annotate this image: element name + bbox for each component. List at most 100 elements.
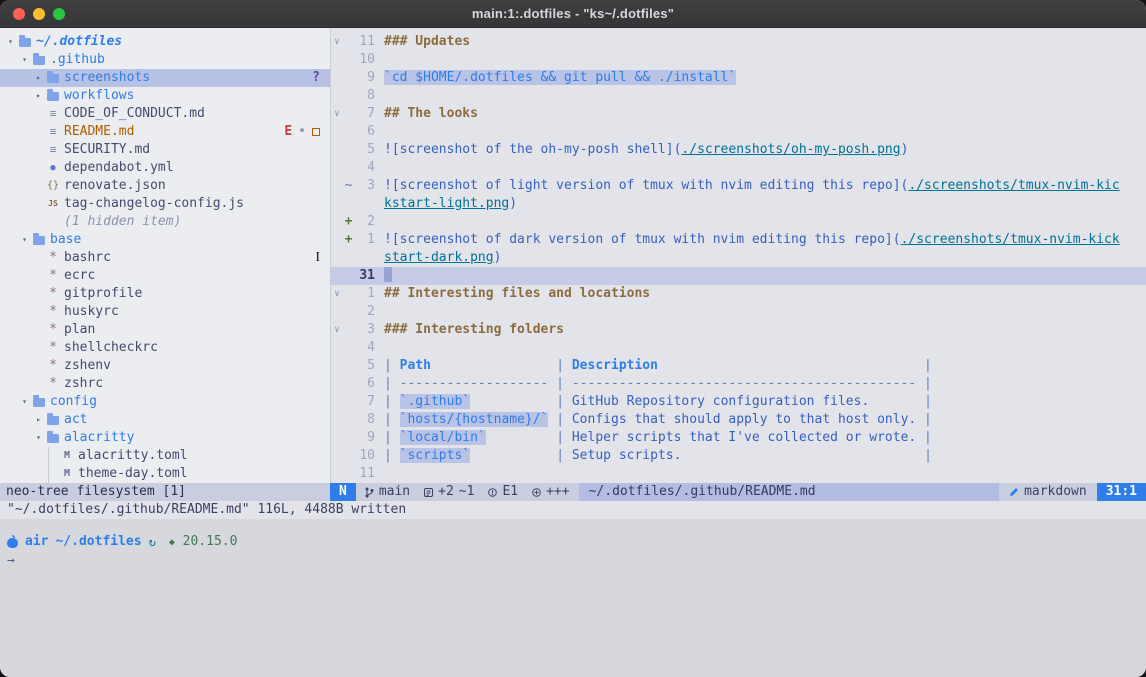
editor-line[interactable]: +1![screenshot of dark version of tmux w… xyxy=(331,231,1146,249)
tree-item-ecrc[interactable]: *ecrc xyxy=(0,267,330,285)
editor-line[interactable]: start-dark.png) xyxy=(331,249,1146,267)
toml-file-icon: M xyxy=(59,465,75,483)
line-text: ## Interesting files and locations xyxy=(384,285,1146,303)
tree-item-tag-changelog-config.js[interactable]: JStag-changelog-config.js xyxy=(0,195,330,213)
editor-line[interactable]: 6 xyxy=(331,123,1146,141)
tree-item-label: SECURITY.md xyxy=(61,141,150,159)
editor-line[interactable]: 5![screenshot of the oh-my-posh shell](.… xyxy=(331,141,1146,159)
lualine: N main +2 ~1 E1 +++ ~/.dotfiles/.github/… xyxy=(330,483,1146,501)
text-segment-md: ![screenshot of the oh-my-posh shell]( xyxy=(384,142,681,157)
editor-line[interactable]: 10 xyxy=(331,51,1146,69)
shell-pane[interactable]: air ~/.dotfiles ↻ ◆ 20.15.0 → xyxy=(0,519,1146,677)
sign-column xyxy=(343,321,354,339)
editor-line[interactable]: ~3![screenshot of light version of tmux … xyxy=(331,177,1146,195)
titlebar[interactable]: main:1:.dotfiles - "ks~/.dotfiles" xyxy=(0,0,1146,28)
fold-open-icon[interactable]: ∨ xyxy=(331,285,343,303)
tree-item-gitprofile[interactable]: *gitprofile xyxy=(0,285,330,303)
editor-line[interactable]: ∨11### Updates xyxy=(331,33,1146,51)
editor-line[interactable]: 5| Path | Description | xyxy=(331,357,1146,375)
text-segment-pipe: | xyxy=(916,412,932,427)
chevron-down-icon[interactable]: ▾ xyxy=(4,33,17,51)
statusline: neo-tree filesystem [1] N main +2 ~1 E1 … xyxy=(0,483,1146,501)
window-title: main:1:.dotfiles - "ks~/.dotfiles" xyxy=(0,6,1146,21)
line-number: 3 xyxy=(354,177,384,195)
editor-pane[interactable]: ∨11### Updates109`cd $HOME/.dotfiles && … xyxy=(330,28,1146,483)
minimize-window-button[interactable] xyxy=(33,8,45,20)
editor-line[interactable]: 10| `scripts` | Setup scripts. | xyxy=(331,447,1146,465)
tree-item-alacritty.toml[interactable]: Malacritty.toml xyxy=(0,447,330,465)
indent-spacer xyxy=(2,411,32,429)
tree-item---.dotfiles[interactable]: ▾~/.dotfiles xyxy=(0,33,330,51)
close-window-button[interactable] xyxy=(13,8,25,20)
editor-line[interactable]: 9| `local/bin` | Helper scripts that I'v… xyxy=(331,429,1146,447)
indent-spacer xyxy=(2,429,32,447)
sign-column xyxy=(343,33,354,51)
editor-line[interactable]: 11 xyxy=(331,465,1146,483)
sign-column xyxy=(343,195,354,213)
tree-item-dependabot.yml[interactable]: ●dependabot.yml xyxy=(0,159,330,177)
tree-item-screenshots[interactable]: ▸screenshots? xyxy=(0,69,330,87)
editor-line[interactable]: ∨1## Interesting files and locations xyxy=(331,285,1146,303)
tree-item--1-hidden-item-[interactable]: (1 hidden item) xyxy=(0,213,330,231)
cursor-block xyxy=(384,267,392,282)
tree-item-huskyrc[interactable]: *huskyrc xyxy=(0,303,330,321)
file-tree[interactable]: ▾~/.dotfiles▾.github▸screenshots?▸workfl… xyxy=(0,28,330,483)
tree-item-.github[interactable]: ▾.github xyxy=(0,51,330,69)
tree-item-theme-day.toml[interactable]: Mtheme-day.toml xyxy=(0,465,330,483)
editor-line[interactable]: 8| `hosts/{hostname}/` | Configs that sh… xyxy=(331,411,1146,429)
chevron-right-icon[interactable]: ▸ xyxy=(32,411,45,429)
editor-line[interactable]: 9`cd $HOME/.dotfiles && git pull && ./in… xyxy=(331,69,1146,87)
chevron-down-icon[interactable]: ▾ xyxy=(18,231,31,249)
tree-item-renovate.json[interactable]: {}renovate.json xyxy=(0,177,330,195)
tree-item-zshenv[interactable]: *zshenv xyxy=(0,357,330,375)
fold-open-icon[interactable]: ∨ xyxy=(331,321,343,339)
tree-item-workflows[interactable]: ▸workflows xyxy=(0,87,330,105)
node-version-segment: ◆ 20.15.0 xyxy=(169,533,238,552)
window-controls xyxy=(13,8,65,20)
tree-item-alacritty[interactable]: ▾alacritty xyxy=(0,429,330,447)
tree-item-shellcheckrc[interactable]: *shellcheckrc xyxy=(0,339,330,357)
zoom-window-button[interactable] xyxy=(53,8,65,20)
tree-item-security.md[interactable]: ≡SECURITY.md xyxy=(0,141,330,159)
editor-line[interactable]: 8 xyxy=(331,87,1146,105)
git-branch-icon xyxy=(365,487,374,498)
fold-column xyxy=(331,51,343,69)
chevron-right-icon[interactable]: ▸ xyxy=(32,69,45,87)
fold-open-icon[interactable]: ∨ xyxy=(331,33,343,51)
chevron-down-icon[interactable]: ▾ xyxy=(18,51,31,69)
shellrc-file-icon: * xyxy=(45,357,61,375)
tree-item-code-of-conduct.md[interactable]: ≡CODE_OF_CONDUCT.md xyxy=(0,105,330,123)
editor-line[interactable]: 6| ------------------- | ---------------… xyxy=(331,375,1146,393)
tree-item-plan[interactable]: *plan xyxy=(0,321,330,339)
tree-item-readme.md[interactable]: ≡README.mdE• xyxy=(0,123,330,141)
editor-line[interactable]: ∨7## The looks xyxy=(331,105,1146,123)
fold-column xyxy=(331,195,343,213)
fold-open-icon[interactable]: ∨ xyxy=(331,105,343,123)
editor-line[interactable]: +2 xyxy=(331,213,1146,231)
chevron-down-icon[interactable]: ▾ xyxy=(18,393,31,411)
folder-glyph xyxy=(33,56,45,65)
text-segment-md: Configs that should apply to that host o… xyxy=(572,412,916,427)
editor-line[interactable]: ∨3### Interesting folders xyxy=(331,321,1146,339)
editor-line[interactable]: kstart-light.png) xyxy=(331,195,1146,213)
editor-line[interactable]: 4 xyxy=(331,339,1146,357)
folder-glyph xyxy=(33,398,45,407)
tree-item-label: shellcheckrc xyxy=(61,339,158,357)
editor-line[interactable]: 4 xyxy=(331,159,1146,177)
tree-item-badges: I xyxy=(315,249,330,267)
line-number: 3 xyxy=(354,321,384,339)
tree-item-bashrc[interactable]: *bashrcI xyxy=(0,249,330,267)
editor-cursor-line[interactable]: 31 xyxy=(331,267,1146,285)
editor-line[interactable]: 2 xyxy=(331,303,1146,321)
tree-item-act[interactable]: ▸act xyxy=(0,411,330,429)
tree-item-zshrc[interactable]: *zshrc xyxy=(0,375,330,393)
editor-line[interactable]: 7| `.github` | GitHub Repository configu… xyxy=(331,393,1146,411)
sign-column xyxy=(343,411,354,429)
chevron-right-icon[interactable]: ▸ xyxy=(32,87,45,105)
tree-item-config[interactable]: ▾config xyxy=(0,393,330,411)
folder-glyph xyxy=(33,236,45,245)
tree-item-base[interactable]: ▾base xyxy=(0,231,330,249)
text-segment-code: `cd $HOME/.dotfiles && git pull && ./ins… xyxy=(384,70,736,85)
chevron-down-icon[interactable]: ▾ xyxy=(32,429,45,447)
apple-icon xyxy=(7,538,18,548)
